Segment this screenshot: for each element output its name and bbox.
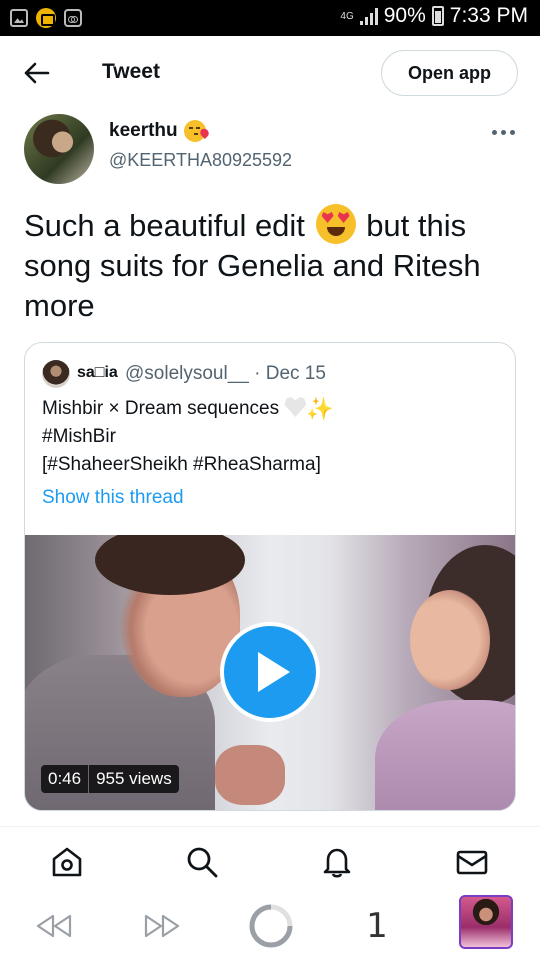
open-app-button[interactable]: Open app <box>381 50 518 96</box>
video-player[interactable]: 0:46 955 views <box>25 535 515 810</box>
quoted-author-name: sa□ia <box>77 364 118 381</box>
back-button[interactable] <box>20 56 54 90</box>
profile-thumbnail-button[interactable] <box>458 895 514 949</box>
video-frame-hands <box>215 745 285 805</box>
nav-search[interactable] <box>184 844 220 880</box>
gallery-notification-icon <box>10 9 28 27</box>
video-frame-figure-2-face <box>410 590 490 690</box>
tabs-button[interactable]: 1 <box>362 904 392 948</box>
show-thread-link[interactable]: Show this thread <box>42 487 184 509</box>
hashtag-mishbir[interactable]: #MishBir <box>42 423 502 451</box>
rewind-icon <box>36 914 72 938</box>
quoted-line-1: Mishbir × Dream sequences <box>42 398 280 419</box>
author-avatar[interactable] <box>24 114 94 184</box>
more-icon <box>491 129 497 135</box>
hashtags-line[interactable]: [#ShaheerSheikh #RheaSharma] <box>42 451 502 479</box>
browser-toolbar: 1 <box>0 894 540 960</box>
author-name[interactable]: keerthu <box>109 120 178 142</box>
owl-notification-icon <box>64 9 82 27</box>
play-button[interactable] <box>220 622 320 722</box>
kissing-face-icon <box>183 120 206 142</box>
tweet-text: Such a beautiful edit but this song suit… <box>24 204 519 326</box>
search-icon <box>187 847 218 878</box>
network-type: 4G <box>340 10 354 22</box>
video-views: 955 views <box>96 769 172 788</box>
fast-forward-icon <box>144 914 180 938</box>
signal-icon <box>359 7 378 25</box>
author-handle[interactable]: @KEERTHA80925592 <box>109 150 292 171</box>
top-bar: Tweet Open app <box>0 36 540 110</box>
profile-thumbnail <box>459 895 513 949</box>
battery-icon <box>431 6 444 26</box>
back-arrow-icon <box>24 62 50 84</box>
quoted-tweet-card[interactable]: sa□ia @solelysoul__ · Dec 15 Mishbir × D… <box>24 342 516 811</box>
rewind-button[interactable] <box>34 904 74 948</box>
app-notification-icon <box>36 8 56 28</box>
video-info-badge: 0:46 955 views <box>41 765 179 793</box>
tweet-text-part1: Such a beautiful edit <box>24 208 305 243</box>
white-heart-icon <box>284 397 307 417</box>
quoted-author-avatar <box>42 360 70 388</box>
divider <box>0 826 540 827</box>
page-title: Tweet <box>102 60 160 83</box>
clock: 7:33 PM <box>449 4 528 27</box>
status-bar: 4G 90% 7:33 PM <box>0 0 540 36</box>
tab-count: 1 <box>366 906 388 946</box>
loading-button[interactable] <box>248 904 294 948</box>
envelope-icon <box>456 850 488 875</box>
nav-notifications[interactable] <box>319 844 355 880</box>
battery-percent: 90% <box>383 4 426 27</box>
sparkles-icon: ✨ <box>306 396 334 421</box>
more-options-button[interactable] <box>490 122 516 142</box>
video-duration: 0:46 <box>48 769 82 788</box>
home-icon <box>52 847 82 877</box>
video-frame-figure-2-dress <box>375 700 515 810</box>
heart-eyes-icon <box>315 204 356 244</box>
nav-home[interactable] <box>49 844 85 880</box>
quoted-author-handle-date: @solelysoul__ · Dec 15 <box>125 363 326 384</box>
fast-forward-button[interactable] <box>142 904 182 948</box>
nav-messages[interactable] <box>454 844 490 880</box>
quoted-tweet-text: Mishbir × Dream sequences ✨ #MishBir [#S… <box>42 395 502 479</box>
loading-spinner-icon <box>249 904 293 948</box>
author-name-row[interactable]: keerthu <box>109 120 206 142</box>
bell-icon <box>323 848 351 878</box>
bottom-navigation <box>0 830 540 894</box>
